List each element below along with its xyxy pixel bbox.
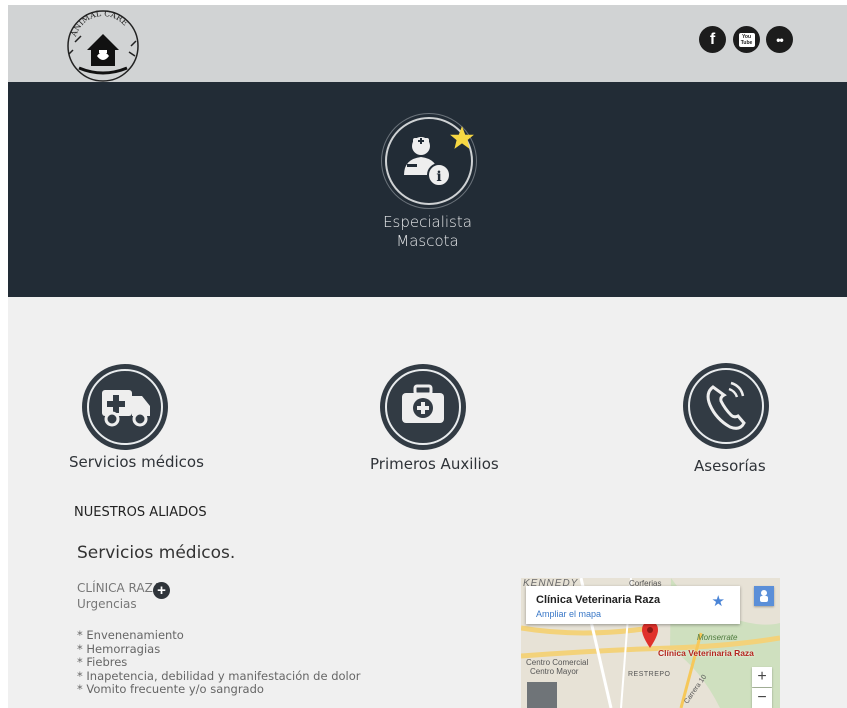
service-label-asesorias[interactable]: Asesorías — [694, 457, 766, 475]
hero-banner: i Especialista Mascota — [8, 82, 847, 297]
svg-text:ANIMAL CARE: ANIMAL CARE — [69, 9, 130, 39]
map-label-centro-2: Centro Mayor — [530, 667, 579, 676]
expand-map-link[interactable]: Ampliar el mapa — [536, 609, 601, 619]
list-item: * Envenenamiento — [77, 628, 184, 642]
map-info-card: Clínica Veterinaria Raza Ampliar el mapa… — [526, 586, 740, 624]
youtube-icon[interactable]: You Tube — [733, 26, 760, 53]
clinic-category: Urgencias — [77, 597, 137, 611]
clinic-name: CLÍNICA RAZA — [77, 581, 162, 595]
embedded-map[interactable]: KENNEDY Corferias Monserrate Centro Come… — [521, 578, 780, 708]
veterinarian-info-icon[interactable]: i — [385, 117, 474, 205]
flickr-icon[interactable]: •• — [766, 26, 793, 53]
logo-text: ANIMAL CARE — [69, 9, 130, 39]
section-subtitle: Servicios médicos. — [77, 543, 236, 563]
list-item: * Vomito frecuente y/o sangrado — [77, 682, 264, 696]
list-item: * Fiebres — [77, 655, 128, 669]
list-item: * Hemorragias — [77, 641, 161, 656]
ambulance-icon[interactable] — [82, 364, 168, 450]
expand-plus-button[interactable]: + — [153, 582, 170, 599]
service-label-medicos[interactable]: Servicios médicos — [69, 453, 204, 471]
animal-care-logo[interactable]: ANIMAL CARE — [61, 6, 145, 84]
save-star-icon[interactable]: ★ — [712, 592, 725, 610]
symptoms-list: * Envenenamiento * Hemorragias * Fiebres… — [77, 628, 361, 697]
svg-text:i: i — [436, 169, 441, 185]
map-label-restrepo: RESTREPO — [628, 671, 671, 678]
first-aid-kit-icon[interactable] — [380, 364, 466, 450]
hero-label[interactable]: Especialista Mascota — [328, 213, 527, 251]
zoom-in-button[interactable]: + — [752, 667, 772, 687]
list-item: * Inapetencia, debilidad y manifestación… — [77, 668, 361, 683]
phone-call-icon[interactable] — [683, 363, 769, 449]
map-label-monserrate: Monserrate — [697, 633, 738, 642]
street-view-icon[interactable] — [754, 586, 774, 606]
map-marker-label: Clínica Veterinaria Raza — [658, 648, 754, 658]
star-icon — [450, 126, 474, 149]
service-label-auxilios[interactable]: Primeros Auxilios — [370, 455, 499, 473]
map-label-centro-1: Centro Comercial — [526, 658, 589, 667]
map-card-title: Clínica Veterinaria Raza — [536, 594, 661, 606]
facebook-icon[interactable]: f — [699, 26, 726, 53]
map-marker-icon[interactable] — [642, 622, 658, 648]
top-header: ANIMAL CARE f You Tube •• — [8, 5, 847, 82]
zoom-out-button[interactable]: − — [752, 688, 772, 708]
section-title: NUESTROS ALIADOS — [74, 505, 207, 520]
